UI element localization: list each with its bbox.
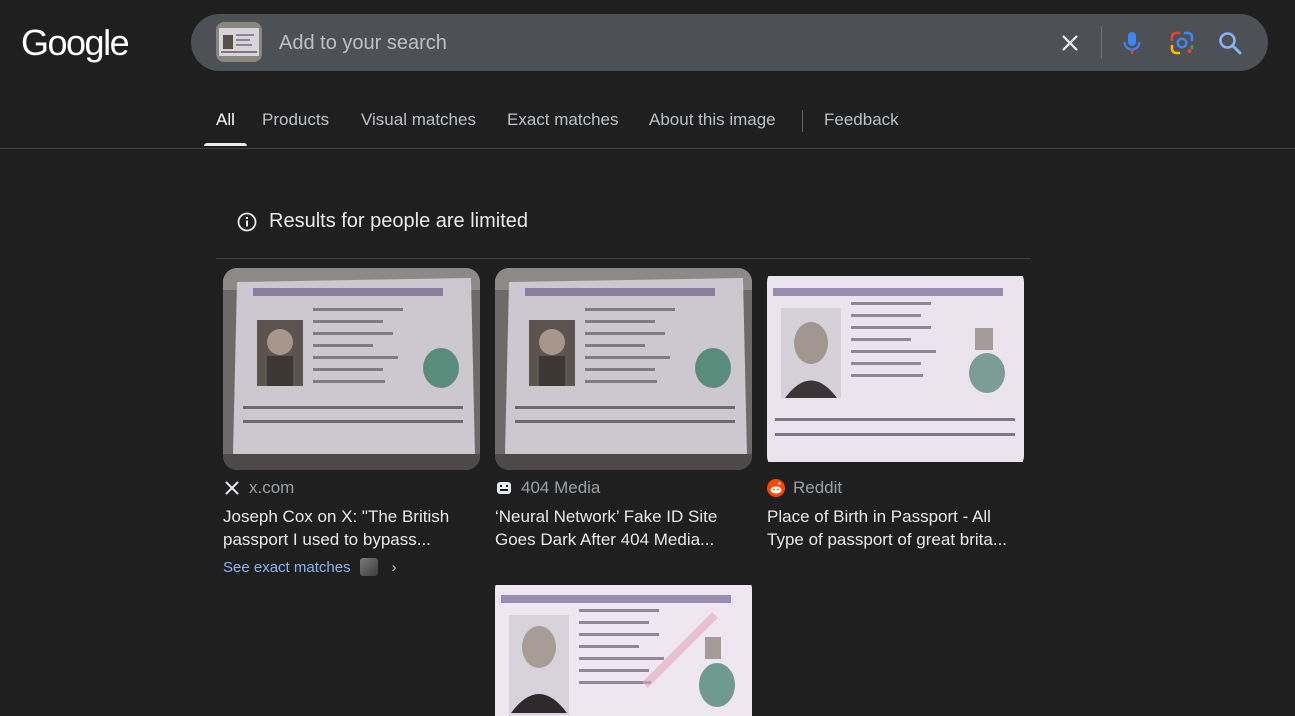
result-title-line: Joseph Cox on X: "The British xyxy=(223,507,450,526)
result-title[interactable]: Place of Birth in Passport - All Type of… xyxy=(767,505,1024,551)
result-card: x.com Joseph Cox on X: "The British pass… xyxy=(223,268,480,576)
result-title-line: ‘Neural Network’ Fake ID Site xyxy=(495,507,718,526)
people-results-notice: Results for people are limited xyxy=(216,200,1031,259)
x-logo-icon xyxy=(223,479,241,497)
microphone-icon xyxy=(1123,32,1141,54)
close-icon xyxy=(1062,35,1078,51)
result-thumbnail[interactable] xyxy=(767,268,1024,470)
result-thumbnail[interactable] xyxy=(495,268,752,470)
source-name: x.com xyxy=(249,478,295,497)
result-title[interactable]: ‘Neural Network’ Fake ID Site Goes Dark … xyxy=(495,505,752,551)
clear-search-button[interactable] xyxy=(1053,26,1087,60)
tab-visual-matches[interactable]: Visual matches xyxy=(361,96,476,146)
google-lens-results-page: Google Add to your search All Products V… xyxy=(0,0,1295,716)
search-input[interactable] xyxy=(277,14,1041,73)
search-image-thumbnail[interactable] xyxy=(216,22,262,62)
lens-search-button[interactable] xyxy=(1165,26,1199,60)
search-bar xyxy=(191,14,1268,73)
result-title-line: Goes Dark After 404 Media... xyxy=(495,530,715,549)
search-submit-button[interactable] xyxy=(1213,26,1247,60)
source-name: 404 Media xyxy=(521,478,601,497)
result-thumbnail[interactable] xyxy=(223,268,480,470)
results-tabs: All Products Visual matches Exact matche… xyxy=(0,96,1295,149)
result-title-line: Type of passport of great brita... xyxy=(767,530,1008,549)
result-source[interactable]: x.com xyxy=(223,476,480,500)
reddit-logo-icon xyxy=(767,479,785,497)
tab-about-this-image[interactable]: About this image xyxy=(649,96,776,146)
result-title-line: passport I used to bypass... xyxy=(223,530,431,549)
tab-products[interactable]: Products xyxy=(262,96,329,146)
result-source[interactable]: Reddit xyxy=(767,476,1024,500)
notice-text: Results for people are limited xyxy=(269,210,529,232)
chevron-right-icon: › xyxy=(391,558,397,576)
google-logo[interactable]: Google xyxy=(21,22,130,64)
result-source[interactable]: 404 Media xyxy=(495,476,752,500)
tab-all[interactable]: All xyxy=(204,96,247,146)
tab-exact-matches[interactable]: Exact matches xyxy=(507,96,619,146)
exact-match-thumbnail xyxy=(359,558,378,576)
result-card: 404 Media ‘Neural Network’ Fake ID Site … xyxy=(495,268,752,551)
search-bar-divider xyxy=(1101,26,1102,59)
voice-search-button[interactable] xyxy=(1115,26,1149,60)
info-icon xyxy=(237,212,257,232)
tabs-divider xyxy=(802,110,803,132)
404-media-logo-icon xyxy=(495,479,513,497)
result-thumbnail[interactable] xyxy=(495,575,752,716)
result-card xyxy=(495,575,752,716)
exact-link-label: See exact matches xyxy=(223,558,351,576)
result-title-line: Place of Birth in Passport - All xyxy=(767,507,991,526)
search-icon xyxy=(1219,32,1242,55)
google-lens-icon xyxy=(1170,31,1194,55)
result-title[interactable]: Joseph Cox on X: "The British passport I… xyxy=(223,505,480,551)
result-card: Reddit Place of Birth in Passport - All … xyxy=(767,268,1024,551)
see-exact-matches-link[interactable]: See exact matches › xyxy=(223,558,480,576)
source-name: Reddit xyxy=(793,478,843,497)
tab-feedback[interactable]: Feedback xyxy=(824,96,899,146)
